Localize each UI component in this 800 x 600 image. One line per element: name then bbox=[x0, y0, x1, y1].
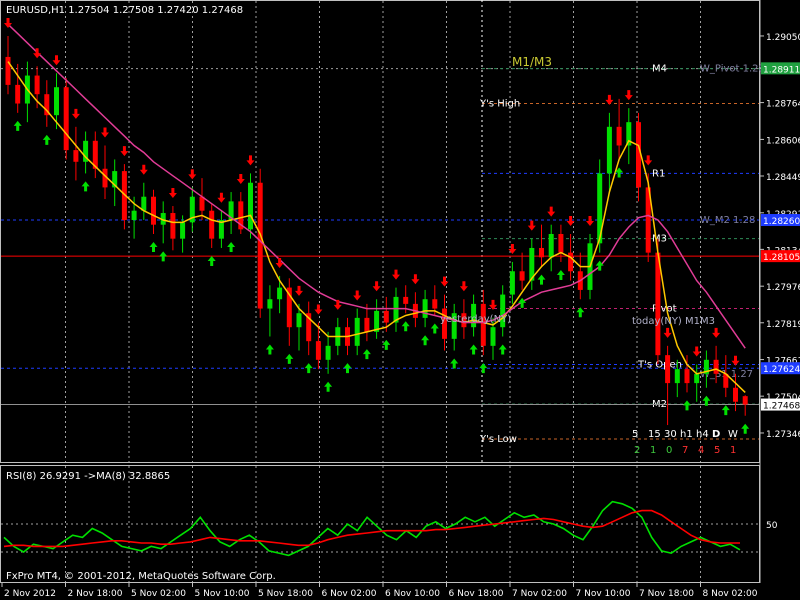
time-tick-label: 8 Nov 02:00 bbox=[703, 589, 758, 599]
candle-up bbox=[54, 87, 59, 116]
candle-up bbox=[509, 271, 515, 295]
timeframe-signal: 2 bbox=[634, 445, 640, 456]
timeframe-label: h4 bbox=[696, 429, 709, 440]
candle-up bbox=[267, 299, 273, 309]
rsi-tick-label: 50 bbox=[766, 521, 778, 531]
candle-up bbox=[277, 287, 283, 300]
candle-down bbox=[684, 369, 690, 384]
timeframe-signal: 7 bbox=[682, 445, 688, 456]
footer-copyright: FxPro MT4, © 2001-2012, MetaQuotes Softw… bbox=[6, 571, 276, 582]
price-tick-label: 1.28606 bbox=[766, 136, 800, 146]
pivot-level-label: M3 bbox=[652, 234, 667, 245]
candle-down bbox=[539, 247, 544, 258]
timeframe-label: W bbox=[728, 429, 738, 440]
timeframe-label: D bbox=[712, 429, 720, 440]
time-tick-label: 5 Nov 10:00 bbox=[195, 589, 250, 599]
today-annotation: today(NY) M1M3 bbox=[632, 316, 715, 327]
pivot-level-label: Y's Low bbox=[479, 434, 517, 445]
candle-down bbox=[432, 299, 438, 309]
price-tick-label: 1.28449 bbox=[766, 173, 800, 183]
timeframe-label: h1 bbox=[680, 429, 693, 440]
weekly-level-label: W_Pivot 1.28 bbox=[700, 64, 765, 75]
price-box-label: 1.28911 bbox=[763, 65, 800, 75]
candle-down bbox=[364, 317, 370, 332]
time-tick-label: 6 Nov 10:00 bbox=[385, 589, 440, 599]
time-tick-label: 6 Nov 18:00 bbox=[449, 589, 504, 599]
candle-down bbox=[665, 355, 671, 384]
candle-down bbox=[315, 341, 321, 360]
timeframe-signal: 0 bbox=[666, 445, 672, 456]
candle-down bbox=[151, 196, 156, 225]
candle-up bbox=[325, 345, 331, 360]
time-tick-label: 6 Nov 02:00 bbox=[322, 589, 377, 599]
price-box-label: 1.28105 bbox=[763, 253, 800, 263]
candle-down bbox=[209, 210, 215, 239]
timeframe-signal: 5 bbox=[714, 445, 720, 456]
time-tick-label: 5 Nov 02:00 bbox=[131, 589, 186, 599]
time-tick-label: 2 Nov 2012 bbox=[4, 589, 56, 599]
price-tick-label: 1.27819 bbox=[766, 320, 800, 330]
pivot-level-label: R1 bbox=[652, 168, 665, 179]
timeframe-signal: 1 bbox=[730, 445, 736, 456]
yesterday-annotation: yesterday(NY) bbox=[440, 314, 511, 325]
timeframe-signal: 1 bbox=[650, 445, 656, 456]
candle-up bbox=[354, 317, 360, 346]
candle-up bbox=[422, 299, 428, 318]
candle-up bbox=[248, 182, 253, 230]
candle-down bbox=[15, 84, 21, 104]
candle-up bbox=[606, 126, 612, 174]
candle-down bbox=[34, 75, 40, 95]
timeframe-label: 30 bbox=[664, 429, 677, 440]
time-tick-label: 5 Nov 18:00 bbox=[258, 589, 313, 599]
chart-background bbox=[0, 0, 800, 600]
candle-down bbox=[73, 150, 79, 162]
candle-down bbox=[519, 271, 525, 281]
time-tick-label: 7 Nov 10:00 bbox=[576, 589, 631, 599]
candle-down bbox=[733, 387, 738, 402]
price-box-label: 1.27624 bbox=[763, 365, 800, 375]
chart-svg: M4Y's HighR1M3PivotT's OpenM2Y's LowW_Pi… bbox=[0, 0, 800, 600]
timeframe-label: 5 bbox=[632, 429, 638, 440]
candle-down bbox=[558, 234, 564, 253]
candle-up bbox=[674, 369, 680, 384]
chart-title: EURUSD,H1 1.27504 1.27508 1.27420 1.2746… bbox=[6, 5, 243, 16]
candle-up bbox=[490, 327, 496, 346]
candle-down bbox=[383, 310, 389, 323]
price-tick-label: 1.27346 bbox=[766, 430, 800, 440]
time-tick-label: 7 Nov 02:00 bbox=[512, 589, 567, 599]
candle-up bbox=[694, 373, 700, 384]
timeframe-label: 15 bbox=[648, 429, 661, 440]
mm-annotation: M1/M3 bbox=[512, 55, 552, 69]
time-tick-label: 7 Nov 18:00 bbox=[639, 589, 694, 599]
candle-up bbox=[180, 222, 186, 239]
pivot-level-label: M4 bbox=[652, 64, 667, 75]
price-box-label: 1.28260 bbox=[763, 217, 800, 227]
price-tick-label: 1.29050 bbox=[766, 33, 800, 43]
candle-up bbox=[296, 313, 302, 328]
candle-down bbox=[568, 252, 574, 272]
candle-down bbox=[713, 359, 719, 374]
candle-down bbox=[257, 182, 263, 309]
candle-down bbox=[403, 296, 409, 304]
price-tick-label: 1.28764 bbox=[766, 100, 800, 110]
candle-up bbox=[548, 234, 554, 258]
pivot-level-label: Y's High bbox=[479, 99, 520, 110]
candle-down bbox=[616, 126, 622, 146]
rsi-title: RSI(8) 26.9291 ->MA(8) 32.8865 bbox=[6, 471, 170, 482]
timeframe-signal: 4 bbox=[698, 445, 704, 456]
time-tick-label: 2 Nov 18:00 bbox=[68, 589, 123, 599]
candle-down bbox=[63, 87, 69, 151]
price-tick-label: 1.27976 bbox=[766, 283, 800, 293]
candle-down bbox=[170, 213, 176, 239]
pivot-level-label: T's Open bbox=[637, 359, 682, 370]
candle-down bbox=[742, 396, 748, 405]
candle-down bbox=[5, 56, 11, 85]
candle-up bbox=[131, 210, 137, 221]
price-box-label: 1.27468 bbox=[763, 402, 800, 412]
